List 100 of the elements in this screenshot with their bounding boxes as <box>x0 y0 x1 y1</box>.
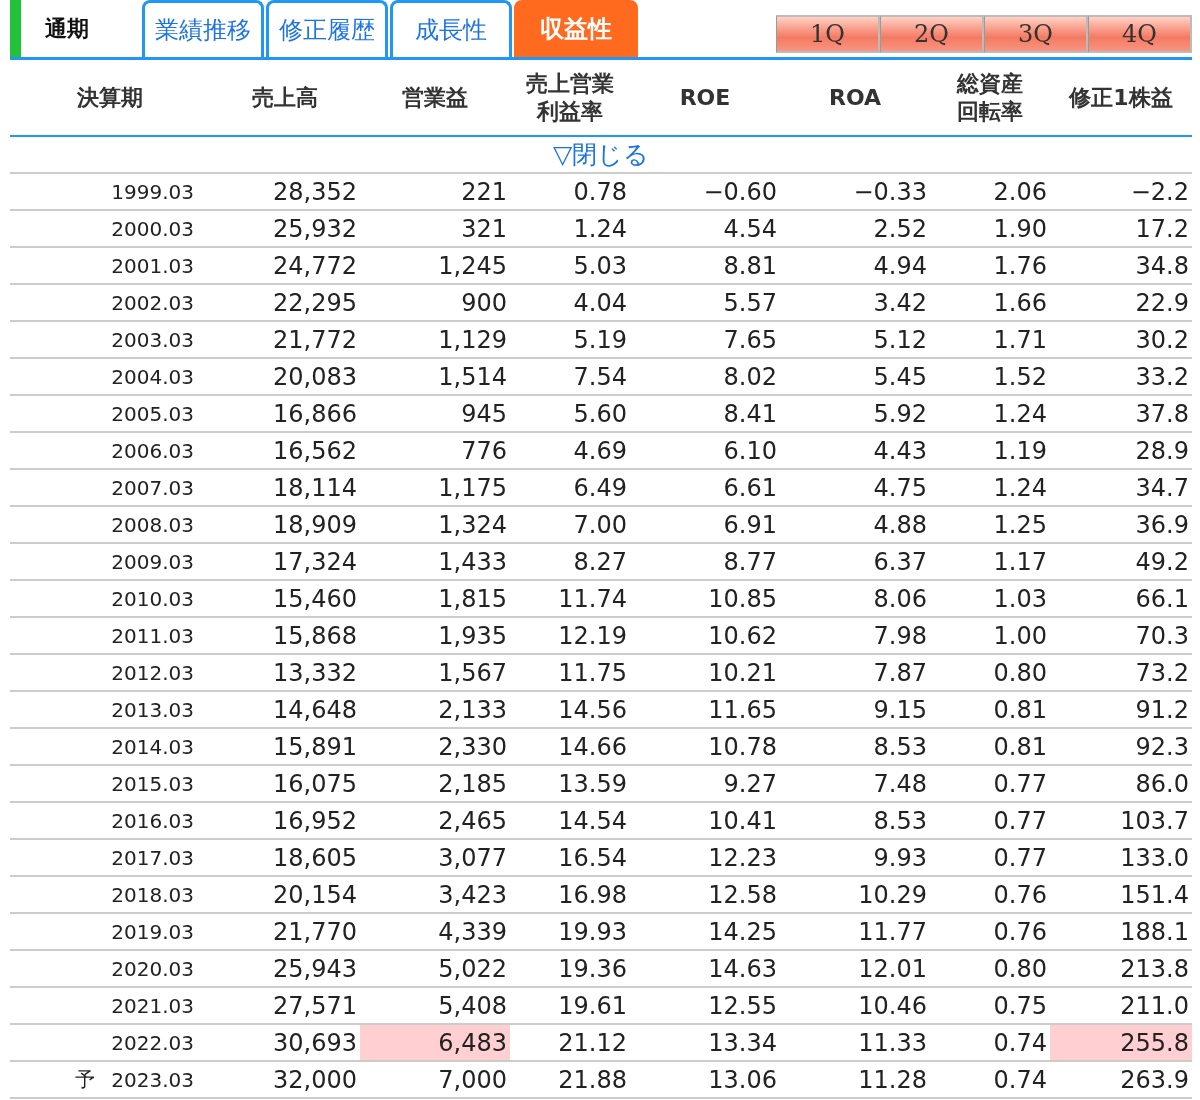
period-cell: 2022.03 <box>111 1030 194 1055</box>
table-cell: 103.7 <box>1050 803 1192 840</box>
table-cell: 49.2 <box>1050 544 1192 581</box>
table-cell: 1.24 <box>930 470 1050 507</box>
tab[interactable]: 業績推移 <box>142 0 264 57</box>
period-cell: 2010.03 <box>111 586 194 611</box>
table-cell: 11.74 <box>510 581 630 618</box>
tab[interactable]: 成長性 <box>390 0 512 57</box>
column-header: 営業益 <box>402 83 468 112</box>
period-cell: 2019.03 <box>111 919 194 944</box>
table-cell: 4,339 <box>360 914 510 951</box>
close-link[interactable]: ▽閉じる <box>10 137 1192 174</box>
table-cell: 14,648 <box>210 692 360 729</box>
tab[interactable]: 収益性 <box>514 0 638 57</box>
table-cell: 19.36 <box>510 951 630 988</box>
table-cell: 255.8 <box>1050 1025 1192 1062</box>
table-cell: 9.27 <box>630 766 780 803</box>
period-cell: 2016.03 <box>111 808 194 833</box>
table-cell: 6.91 <box>630 507 780 544</box>
table-cell: 10.85 <box>630 581 780 618</box>
table-cell: 4.88 <box>780 507 930 544</box>
table-cell: 8.77 <box>630 544 780 581</box>
table-cell: 945 <box>360 396 510 433</box>
table-cell: 2,133 <box>360 692 510 729</box>
table-cell: 6,483 <box>360 1025 510 1062</box>
forecast-mark: 予 <box>75 1066 96 1093</box>
table-cell: 18,909 <box>210 507 360 544</box>
table-cell: 92.3 <box>1050 729 1192 766</box>
table-cell: 0.80 <box>930 951 1050 988</box>
table-cell: 91.2 <box>1050 692 1192 729</box>
table-cell: 14.56 <box>510 692 630 729</box>
table-cell: 34.7 <box>1050 470 1192 507</box>
table-cell: 1,175 <box>360 470 510 507</box>
table-cell: 22,295 <box>210 285 360 322</box>
quarter-button[interactable]: 3Q <box>984 14 1088 53</box>
table-cell: 9.15 <box>780 692 930 729</box>
table-cell: 8.53 <box>780 729 930 766</box>
period-cell: 2020.03 <box>111 956 194 981</box>
period-cell: 2009.03 <box>111 549 194 574</box>
period-cell: 2011.03 <box>111 623 194 648</box>
table-cell: 5.19 <box>510 322 630 359</box>
table-cell: 27,571 <box>210 988 360 1025</box>
table-cell: 1,129 <box>360 322 510 359</box>
table-cell: 1,935 <box>360 618 510 655</box>
table-cell: 0.75 <box>930 988 1050 1025</box>
table-cell: 2.06 <box>930 174 1050 211</box>
table-cell: 3.42 <box>780 285 930 322</box>
column-header: ROE <box>679 83 731 112</box>
table-cell: 14.63 <box>630 951 780 988</box>
table-cell: 28,352 <box>210 174 360 211</box>
table-cell: 12.55 <box>630 988 780 1025</box>
table-cell: 16.98 <box>510 877 630 914</box>
table-cell: 24,772 <box>210 248 360 285</box>
table-cell: −0.33 <box>780 174 930 211</box>
table-cell: 1.90 <box>930 211 1050 248</box>
table-cell: 7.00 <box>510 507 630 544</box>
table-cell: 133.0 <box>1050 840 1192 877</box>
table-cell: 1.17 <box>930 544 1050 581</box>
quarter-button[interactable]: 1Q <box>776 14 880 53</box>
period-cell: 1999.03 <box>111 179 194 204</box>
table-cell: 10.62 <box>630 618 780 655</box>
table-cell: 13,332 <box>210 655 360 692</box>
table-cell: 321 <box>360 211 510 248</box>
table-cell: 12.23 <box>630 840 780 877</box>
table-cell: 0.78 <box>510 174 630 211</box>
table-cell: 16.54 <box>510 840 630 877</box>
table-cell: 188.1 <box>1050 914 1192 951</box>
table-cell: 5.03 <box>510 248 630 285</box>
table-cell: 17,324 <box>210 544 360 581</box>
table-cell: −2.2 <box>1050 174 1192 211</box>
period-cell: 2021.03 <box>111 993 194 1018</box>
table-cell: 16,866 <box>210 396 360 433</box>
column-header: 決算期 <box>77 83 143 112</box>
table-cell: 0.77 <box>930 840 1050 877</box>
table-cell: 16,952 <box>210 803 360 840</box>
table-cell: 3,077 <box>360 840 510 877</box>
table-cell: 0.74 <box>930 1062 1050 1099</box>
table-cell: 19.93 <box>510 914 630 951</box>
column-header: 総資産回転率 <box>955 69 1024 126</box>
column-header: 売上高 <box>252 83 318 112</box>
table-cell: 13.59 <box>510 766 630 803</box>
table-cell: 8.81 <box>630 248 780 285</box>
period-cell: 2006.03 <box>111 438 194 463</box>
table-cell: 5.60 <box>510 396 630 433</box>
quarter-button[interactable]: 2Q <box>880 14 984 53</box>
table-cell: 3,423 <box>360 877 510 914</box>
table-cell: 70.3 <box>1050 618 1192 655</box>
table-cell: 5,022 <box>360 951 510 988</box>
table-cell: 1,514 <box>360 359 510 396</box>
table-cell: 12.58 <box>630 877 780 914</box>
table-cell: 14.25 <box>630 914 780 951</box>
table-cell: 12.01 <box>780 951 930 988</box>
table-cell: 28.9 <box>1050 433 1192 470</box>
table-cell: 1.71 <box>930 322 1050 359</box>
quarter-button[interactable]: 4Q <box>1088 14 1192 53</box>
table-cell: 1.52 <box>930 359 1050 396</box>
table-cell: 10.46 <box>780 988 930 1025</box>
tab[interactable]: 修正履歴 <box>266 0 388 57</box>
table-cell: 7.65 <box>630 322 780 359</box>
table-cell: 13.06 <box>630 1062 780 1099</box>
